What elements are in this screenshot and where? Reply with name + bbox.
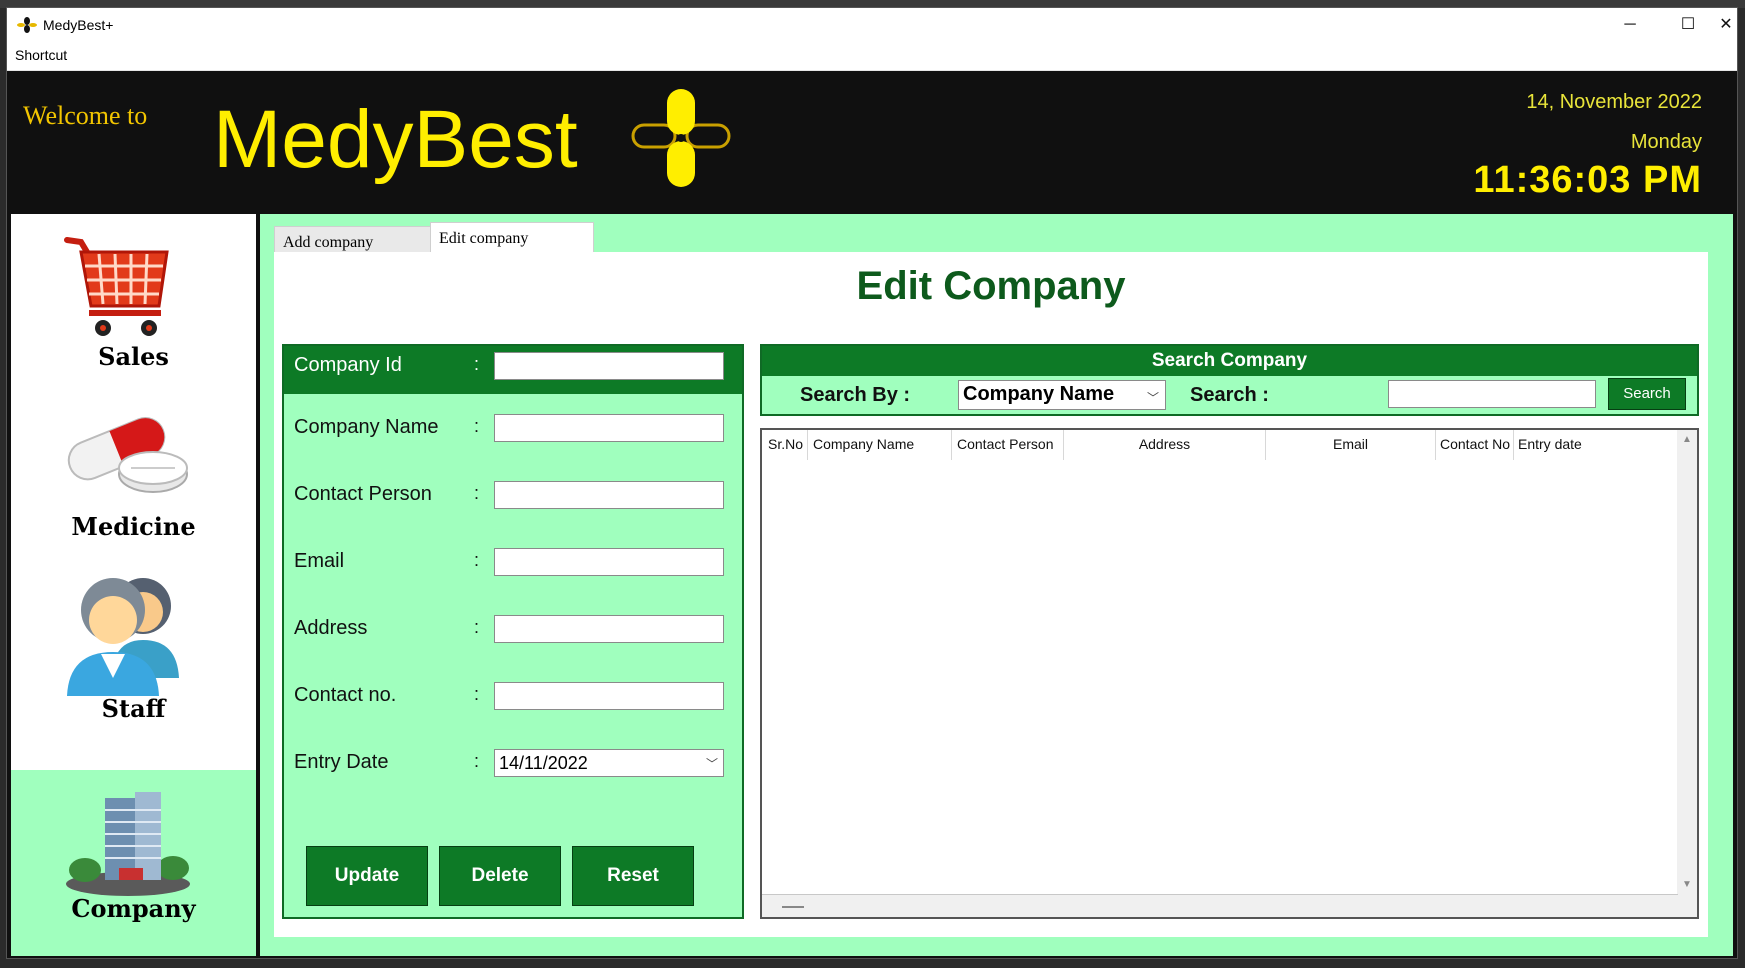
- day-display: Monday: [1630, 131, 1702, 153]
- sidebar-item-staff[interactable]: Staff: [11, 554, 256, 764]
- close-button[interactable]: ✕: [1715, 8, 1737, 42]
- app-header: Welcome to MedyBest 14, November 2022 Mo…: [7, 71, 1737, 213]
- company-name-label: Company Name: [294, 416, 439, 438]
- contact-no-row: Contact no. :: [284, 676, 742, 716]
- users-icon: [67, 578, 179, 696]
- contact-person-label: Contact Person: [294, 483, 432, 505]
- column-header-srno[interactable]: Sr.No: [762, 430, 808, 460]
- company-id-label: Company Id: [294, 354, 402, 376]
- company-form: Company Id : Company Name : Contact Pers…: [282, 344, 744, 919]
- email-row: Email :: [284, 542, 742, 582]
- company-table[interactable]: Sr.No Company Name Contact Person Addres…: [760, 428, 1699, 919]
- contact-person-row: Contact Person :: [284, 475, 742, 515]
- window-title: MedyBest+: [43, 17, 114, 33]
- horizontal-scrollbar[interactable]: [762, 896, 1677, 917]
- email-label: Email: [294, 550, 345, 572]
- page-title: Edit Company: [856, 264, 1126, 308]
- horizontal-scroll-thumb[interactable]: [782, 906, 804, 908]
- reset-button[interactable]: Reset: [572, 846, 694, 906]
- company-name-row: Company Name :: [284, 408, 742, 448]
- search-by-value: Company Name: [963, 383, 1115, 405]
- company-id-row: Company Id :: [284, 346, 742, 394]
- colon: :: [474, 483, 480, 503]
- title-bar: MedyBest+ ─ ☐ ✕: [7, 8, 1737, 42]
- scroll-up-arrow-icon[interactable]: ▲: [1682, 434, 1692, 445]
- contact-no-label: Contact no.: [294, 684, 397, 706]
- search-button[interactable]: Search: [1608, 378, 1686, 410]
- colon: :: [474, 751, 480, 771]
- welcome-text: Welcome to: [23, 101, 148, 130]
- column-header-email[interactable]: Email: [1266, 430, 1436, 460]
- search-input[interactable]: [1388, 380, 1596, 408]
- app-window: MedyBest+ ─ ☐ ✕ Shortcut Welcome to Medy…: [7, 8, 1737, 958]
- column-header-entry-date[interactable]: Entry date: [1514, 430, 1588, 460]
- sidebar-label-company: Company: [71, 894, 196, 923]
- sidebar-label-medicine: Medicine: [71, 512, 196, 541]
- entry-date-picker[interactable]: 14/11/2022: [494, 749, 724, 777]
- tab-add-company-label: Add company: [283, 234, 374, 251]
- scroll-down-arrow-icon[interactable]: ▼: [1682, 879, 1692, 890]
- medybest-logo-icon: [631, 89, 731, 187]
- vertical-scrollbar[interactable]: ▲ ▼: [1677, 430, 1697, 894]
- address-row: Address :: [284, 609, 742, 649]
- sidebar-label-sales: Sales: [98, 342, 169, 371]
- sidebar-label-staff: Staff: [101, 694, 166, 723]
- column-header-address[interactable]: Address: [1064, 430, 1266, 460]
- minimize-button[interactable]: ─: [1601, 8, 1659, 42]
- clock-display: 11:36:03 PM: [1473, 159, 1702, 201]
- company-name-input[interactable]: [494, 414, 724, 442]
- menu-bar: Shortcut: [7, 42, 1737, 71]
- contact-no-input[interactable]: [494, 682, 724, 710]
- edit-company-panel: Edit Company Company Id : Company Name :…: [274, 252, 1708, 937]
- pills-icon: [67, 417, 188, 493]
- company-id-input[interactable]: [494, 352, 724, 380]
- tab-edit-company[interactable]: Edit company: [430, 222, 594, 253]
- column-header-company-name[interactable]: Company Name: [808, 430, 952, 460]
- colon: :: [474, 354, 480, 374]
- address-label: Address: [294, 617, 368, 639]
- contact-person-input[interactable]: [494, 481, 724, 509]
- tab-edit-company-label: Edit company: [439, 230, 529, 247]
- column-header-contact-person[interactable]: Contact Person: [952, 430, 1064, 460]
- table-body: Sr.No Company Name Contact Person Addres…: [762, 430, 1678, 895]
- shopping-cart-icon: [64, 237, 169, 336]
- email-input[interactable]: [494, 548, 724, 576]
- colon: :: [474, 617, 480, 637]
- search-company-box: Search Company Search By : Company Name …: [760, 344, 1699, 416]
- column-header-contact-no[interactable]: Contact No: [1436, 430, 1514, 460]
- search-label: Search :: [1190, 384, 1269, 406]
- date-display: 14, November 2022: [1526, 91, 1702, 113]
- entry-date-row: Entry Date : 14/11/2022 ﹀: [284, 743, 742, 783]
- main-area: Add company Edit company Edit Company Co…: [260, 214, 1733, 956]
- brand-name: MedyBest: [213, 94, 578, 185]
- sidebar-item-sales[interactable]: Sales: [11, 214, 256, 384]
- address-input[interactable]: [494, 615, 724, 643]
- delete-button[interactable]: Delete: [439, 846, 561, 906]
- search-by-label: Search By :: [800, 384, 911, 406]
- chevron-down-icon: ﹀: [1146, 391, 1159, 405]
- entry-date-value: 14/11/2022: [499, 753, 588, 773]
- app-logo-icon: [17, 17, 37, 33]
- update-button[interactable]: Update: [306, 846, 428, 906]
- desktop-strip: [0, 0, 1745, 8]
- search-company-header: Search Company: [762, 346, 1697, 376]
- building-icon: [66, 792, 190, 896]
- colon: :: [474, 684, 480, 704]
- colon: :: [474, 416, 480, 436]
- chevron-down-icon[interactable]: ﹀: [706, 755, 718, 772]
- sidebar-item-medicine[interactable]: Medicine: [11, 384, 256, 554]
- sidebar: Sales Medicine Staff Company: [11, 214, 256, 956]
- colon: :: [474, 550, 480, 570]
- entry-date-label: Entry Date: [294, 751, 389, 773]
- maximize-button[interactable]: ☐: [1659, 8, 1717, 42]
- sidebar-item-company[interactable]: Company: [11, 770, 256, 956]
- menu-shortcut[interactable]: Shortcut: [15, 47, 67, 63]
- search-by-select[interactable]: Company Name ﹀: [958, 380, 1166, 410]
